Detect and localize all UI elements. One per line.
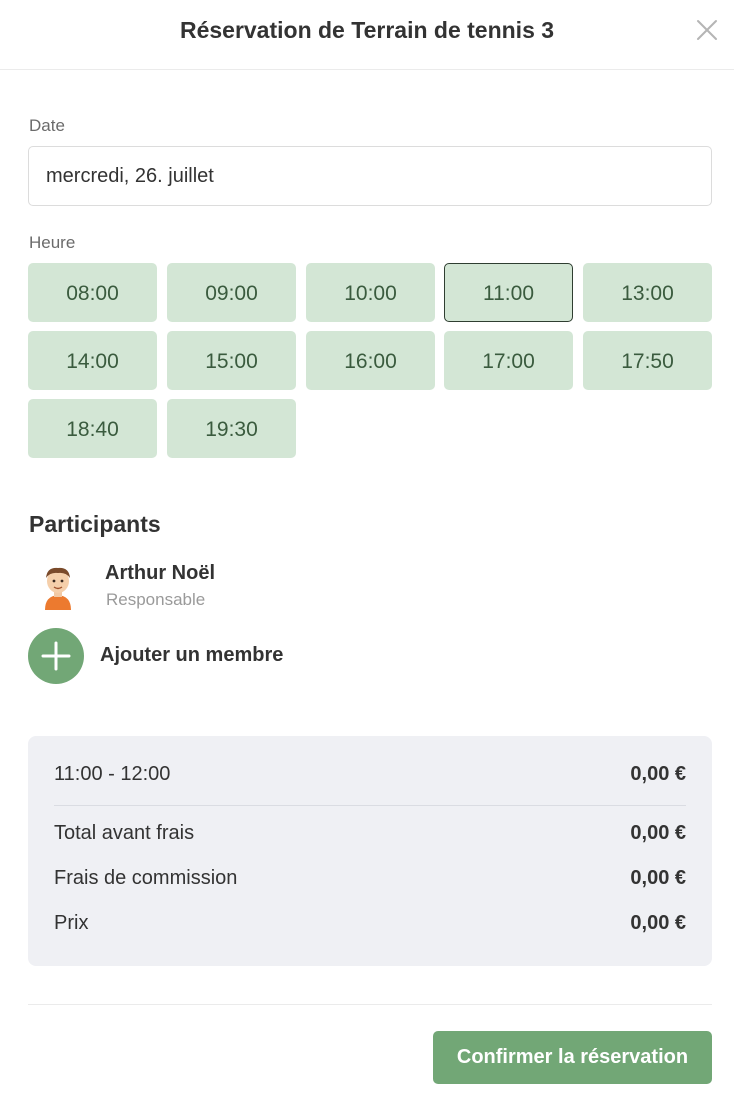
- time-slot[interactable]: 17:50: [583, 331, 712, 390]
- time-slot[interactable]: 08:00: [28, 263, 157, 322]
- time-slot[interactable]: 13:00: [583, 263, 712, 322]
- time-slot[interactable]: 15:00: [167, 331, 296, 390]
- time-slot[interactable]: 17:00: [444, 331, 573, 390]
- summary-row-value: 0,00 €: [630, 822, 686, 844]
- time-slot[interactable]: 09:00: [167, 263, 296, 322]
- add-member-button[interactable]: Ajouter un membre: [28, 628, 328, 685]
- summary-row: Frais de commission 0,00 €: [54, 867, 686, 897]
- summary-row: Prix 0,00 €: [54, 912, 686, 942]
- close-icon: [697, 20, 717, 40]
- summary-slot-price: 0,00 €: [630, 763, 686, 785]
- time-slot[interactable]: 14:00: [28, 331, 157, 390]
- modal-title: Réservation de Terrain de tennis 3: [179, 17, 555, 43]
- time-slot[interactable]: 19:30: [167, 399, 296, 458]
- time-slot-selected[interactable]: 11:00: [444, 263, 573, 322]
- footer-divider: [28, 1004, 712, 1005]
- booking-modal: Réservation de Terrain de tennis 3 Date …: [0, 0, 734, 1104]
- summary-slot-row: 11:00 - 12:00 0,00 €: [54, 763, 686, 793]
- confirm-booking-button[interactable]: Confirmer la réservation: [433, 1031, 712, 1084]
- date-label: Date: [29, 116, 65, 135]
- time-slot[interactable]: 18:40: [28, 399, 157, 458]
- plus-icon: [28, 628, 84, 684]
- modal-header: Réservation de Terrain de tennis 3: [0, 0, 734, 70]
- date-field[interactable]: mercredi, 26. juillet: [28, 146, 712, 206]
- add-member-label: Ajouter un membre: [100, 644, 284, 666]
- time-slot[interactable]: 16:00: [306, 331, 435, 390]
- summary-row-value: 0,00 €: [630, 912, 686, 934]
- time-label: Heure: [29, 233, 76, 252]
- close-button[interactable]: [693, 16, 721, 44]
- participant-role: Responsable: [106, 590, 206, 609]
- participants-title: Participants: [29, 511, 161, 537]
- participant-name: Arthur Noël: [105, 562, 215, 584]
- avatar-icon: [45, 567, 71, 610]
- summary-row: Total avant frais 0,00 €: [54, 822, 686, 852]
- summary-divider: [54, 805, 686, 806]
- summary-row-label: Prix: [54, 912, 89, 934]
- time-slot[interactable]: 10:00: [306, 263, 435, 322]
- summary-row-label: Frais de commission: [54, 867, 238, 889]
- summary-row-value: 0,00 €: [630, 867, 686, 889]
- price-summary: 11:00 - 12:00 0,00 € Total avant frais 0…: [28, 736, 712, 966]
- summary-slot-range: 11:00 - 12:00: [54, 763, 171, 785]
- summary-row-label: Total avant frais: [54, 822, 195, 844]
